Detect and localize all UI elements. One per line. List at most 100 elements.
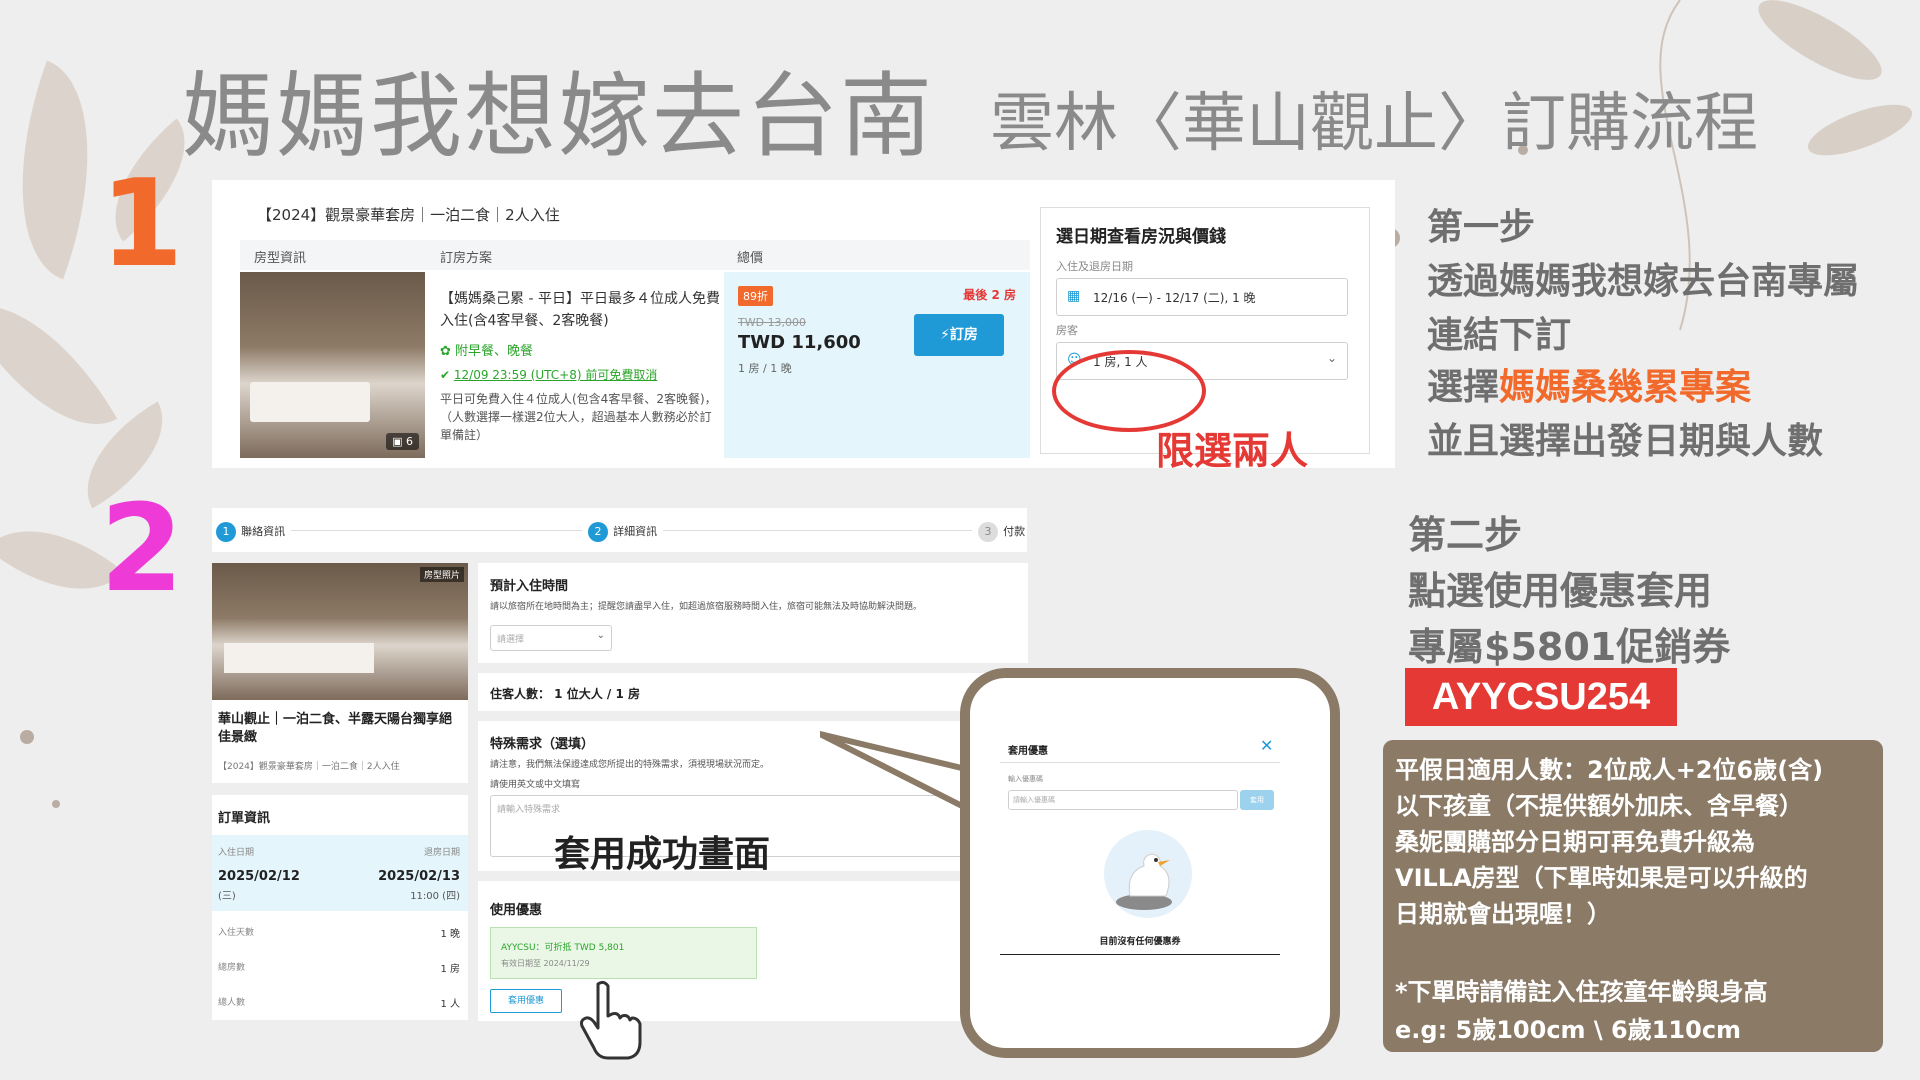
price-unit: 1 房 / 1 晚 [738,362,792,375]
checkout-label: 退房日期 [423,848,460,858]
order-title: 訂單資訊 [218,811,271,826]
hotel-name: 華山觀止｜一泊二食、半露天陽台獨享絕佳景緻 [218,712,453,745]
people-label: 總人數 [218,998,246,1008]
checkout-time: 11:00 (四) [410,891,460,902]
nights-label: 入住天數 [218,928,255,938]
step1-line2: 透過媽媽我想嫁去台南專屬 [1427,261,1860,302]
promo-code-badge: AYYCSU254 [1405,668,1677,726]
step1-heading: 第一步 [1427,207,1536,248]
free-cancel-link[interactable]: 12/09 23:59 (UTC+8) 前可免費取消 [454,368,657,382]
decor-dot [20,730,34,744]
plan-name: 【媽媽桑己累 - 平日】平日最多４位成人免費入住(含4客早餐、2客晚餐) [440,291,720,329]
success-label: 套用成功畫面 [554,834,771,875]
coupon-input-label: 輸入優惠碼 [1008,775,1043,783]
date-panel-title: 選日期查看房況與價錢 [1056,227,1226,247]
price-cell: 89折 最後 2 房 TWD 13,000 TWD 11,600 1 房 / 1… [724,272,1030,458]
note-line-1: 平假日適用人數：2位成人+2位6歲(含) [1395,756,1824,784]
progress-step-1: 1 聯絡資訊 [216,520,292,542]
room-photo[interactable]: ▣ 6 [240,272,425,458]
col-total-header: 總價 [737,251,764,266]
step2-line2: 點選使用優惠套用 [1408,569,1713,613]
applied-promo: AYYCSU：可折抵 TWD 5,801 有效日期至 2024/11/29 [490,927,757,979]
progress-step-3: 3 付款 [972,520,1026,542]
note-line-5: 日期就會出現喔！） [1395,900,1611,928]
apply-promo-button[interactable]: 套用優惠 [490,989,562,1013]
meal-text: 附早餐、晚餐 [455,344,534,359]
progress-step-2: 2 詳細資訊 [582,520,664,542]
step1-line5: 並且選擇出發日期與人數 [1427,421,1824,462]
plan-note: 平日可免費入住４位成人(包含4客早餐、2客晚餐)，（人數選擇一樣選2位大人，超過… [440,392,717,442]
checkin-label: 入住日期 [218,848,255,858]
rooms-label: 總房數 [218,963,246,973]
decor-leaf [0,271,118,459]
discount-badge: 89折 [738,286,773,306]
checkin-dow: (三) [218,891,236,902]
calendar-icon: ▦ [1067,288,1081,304]
guest-count: 住客人數： 1 位大人 / 1 房 [490,687,640,701]
close-icon[interactable]: ✕ [1260,736,1273,755]
arrival-title: 預計入住時間 [490,579,569,594]
special-note: 請注意，我們無法保證達成您所提出的特殊需求，須視現場狀況而定。 [490,760,770,770]
note-line-3: 桑妮團購部分日期可再免費升級為 [1395,828,1755,856]
image-icon: ▣ [392,435,406,448]
hand-cursor-icon [580,980,642,1060]
limit-note: 限選兩人 [1156,429,1309,473]
rooms-value: 1 房 [440,964,460,975]
chevron-down-icon: ⌄ [596,630,605,641]
hotel-sub: 【2024】觀景豪華套房｜一泊二食｜2人入住 [218,762,400,772]
special-title: 特殊需求（選填） [490,737,595,752]
checkout-date: 2025/02/13 [378,869,460,884]
note-line-2: 以下孩童（不提供額外加床、含早餐） [1395,792,1803,820]
arrival-time-select[interactable]: 請選擇 ⌄ [490,625,612,651]
coupon-popup-bubble: 套用優惠 ✕ 輸入優惠碼 請輸入優惠碼 套用 目前沒有任何優惠券 [960,668,1340,1058]
arrival-note: 請以旅宿所在地時間為主；提醒您請盡早入住，如超過旅宿服務時間入住，旅宿可能無法及… [490,602,923,612]
chevron-down-icon: ⌄ [1326,351,1337,365]
lightning-icon: ⚡ [940,327,950,343]
step2-line3: 專屬$5801促銷券 [1408,625,1731,669]
photo-tag: 房型照片 [419,567,464,582]
nights-value: 1 晚 [440,929,460,940]
note-line-7: e.g: 5歲100cm \ 6歲110cm [1395,1016,1742,1044]
step-two-number: 2 [100,480,184,619]
arrival-time-card: 預計入住時間 請以旅宿所在地時間為主；提醒您請盡早入住，如超過旅宿服務時間入住，… [478,563,1028,663]
note-line-4: VILLA房型（下單時如果是可以升級的 [1395,864,1808,892]
step1-line3: 連結下訂 [1427,315,1572,356]
page-title: 媽媽我想嫁去台南 [182,63,935,170]
meal-icon: ✿ [440,344,456,359]
photo-count-badge: ▣ 6 [386,433,419,450]
note-line-6: *下單時請備註入住孩童年齡與身高 [1395,978,1768,1006]
coupon-popup-title: 套用優惠 [1008,746,1048,757]
step-one-number: 1 [100,155,184,294]
col-plan-header: 訂房方案 [440,251,493,266]
col-room-header: 房型資訊 [254,251,307,266]
empty-coupon-text: 目前沒有任何優惠券 [1099,937,1181,947]
notes-box: 平假日適用人數：2位成人+2位6歲(含) 以下孩童（不提供額外加床、含早餐） 桑… [1383,740,1883,1052]
checkin-date: 2025/02/12 [218,869,300,884]
bubble-tail [820,731,973,813]
coupon-code-input[interactable]: 請輸入優惠碼 [1008,790,1238,810]
special-lang: 請使用英文或中文填寫 [490,780,581,790]
price: TWD 11,600 [738,332,861,353]
old-price: TWD 13,000 [738,316,807,329]
step1-line4-prefix: 選擇 [1427,367,1500,408]
people-value: 1 人 [440,999,460,1010]
decor-dot [52,800,60,808]
book-room-button[interactable]: ⚡訂房 [914,314,1004,356]
page-subtitle: 雲林〈華山觀止〉訂購流程 [990,87,1758,161]
room-title: 【2024】觀景豪華套房｜一泊二食｜2人入住 [257,206,560,224]
date-range-input[interactable]: ▦ 12/16 (一) - 12/17 (二), 1 晚 [1056,278,1348,316]
guest-count-card: 住客人數： 1 位大人 / 1 房 [478,673,1028,711]
step2-heading: 第二步 [1408,513,1523,557]
coupon-apply-button[interactable]: 套用 [1240,790,1274,810]
empty-coupon-illustration [1104,830,1192,918]
room-label: 房客 [1056,324,1078,337]
check-circle-icon: ✔ [440,368,454,382]
date-label: 入住及退房日期 [1056,260,1133,273]
promo-card: 使用優惠 AYYCSU：可折抵 TWD 5,801 有效日期至 2024/11/… [478,881,1028,1021]
hotel-photo[interactable]: 房型照片 [212,563,468,700]
step1-plan-highlight: 媽媽桑幾累專案 [1499,367,1752,408]
last-rooms-label: 最後 2 房 [963,288,1016,302]
hotel-summary-card: 房型照片 華山觀止｜一泊二食、半露天陽台獨享絕佳景緻 【2024】觀景豪華套房｜… [212,563,468,783]
checkout-progress: 1 聯絡資訊 2 詳細資訊 3 付款 [212,508,1027,552]
order-info-card: 訂單資訊 入住日期 退房日期 2025/02/12 (三) 2025/02/13… [212,795,468,1020]
